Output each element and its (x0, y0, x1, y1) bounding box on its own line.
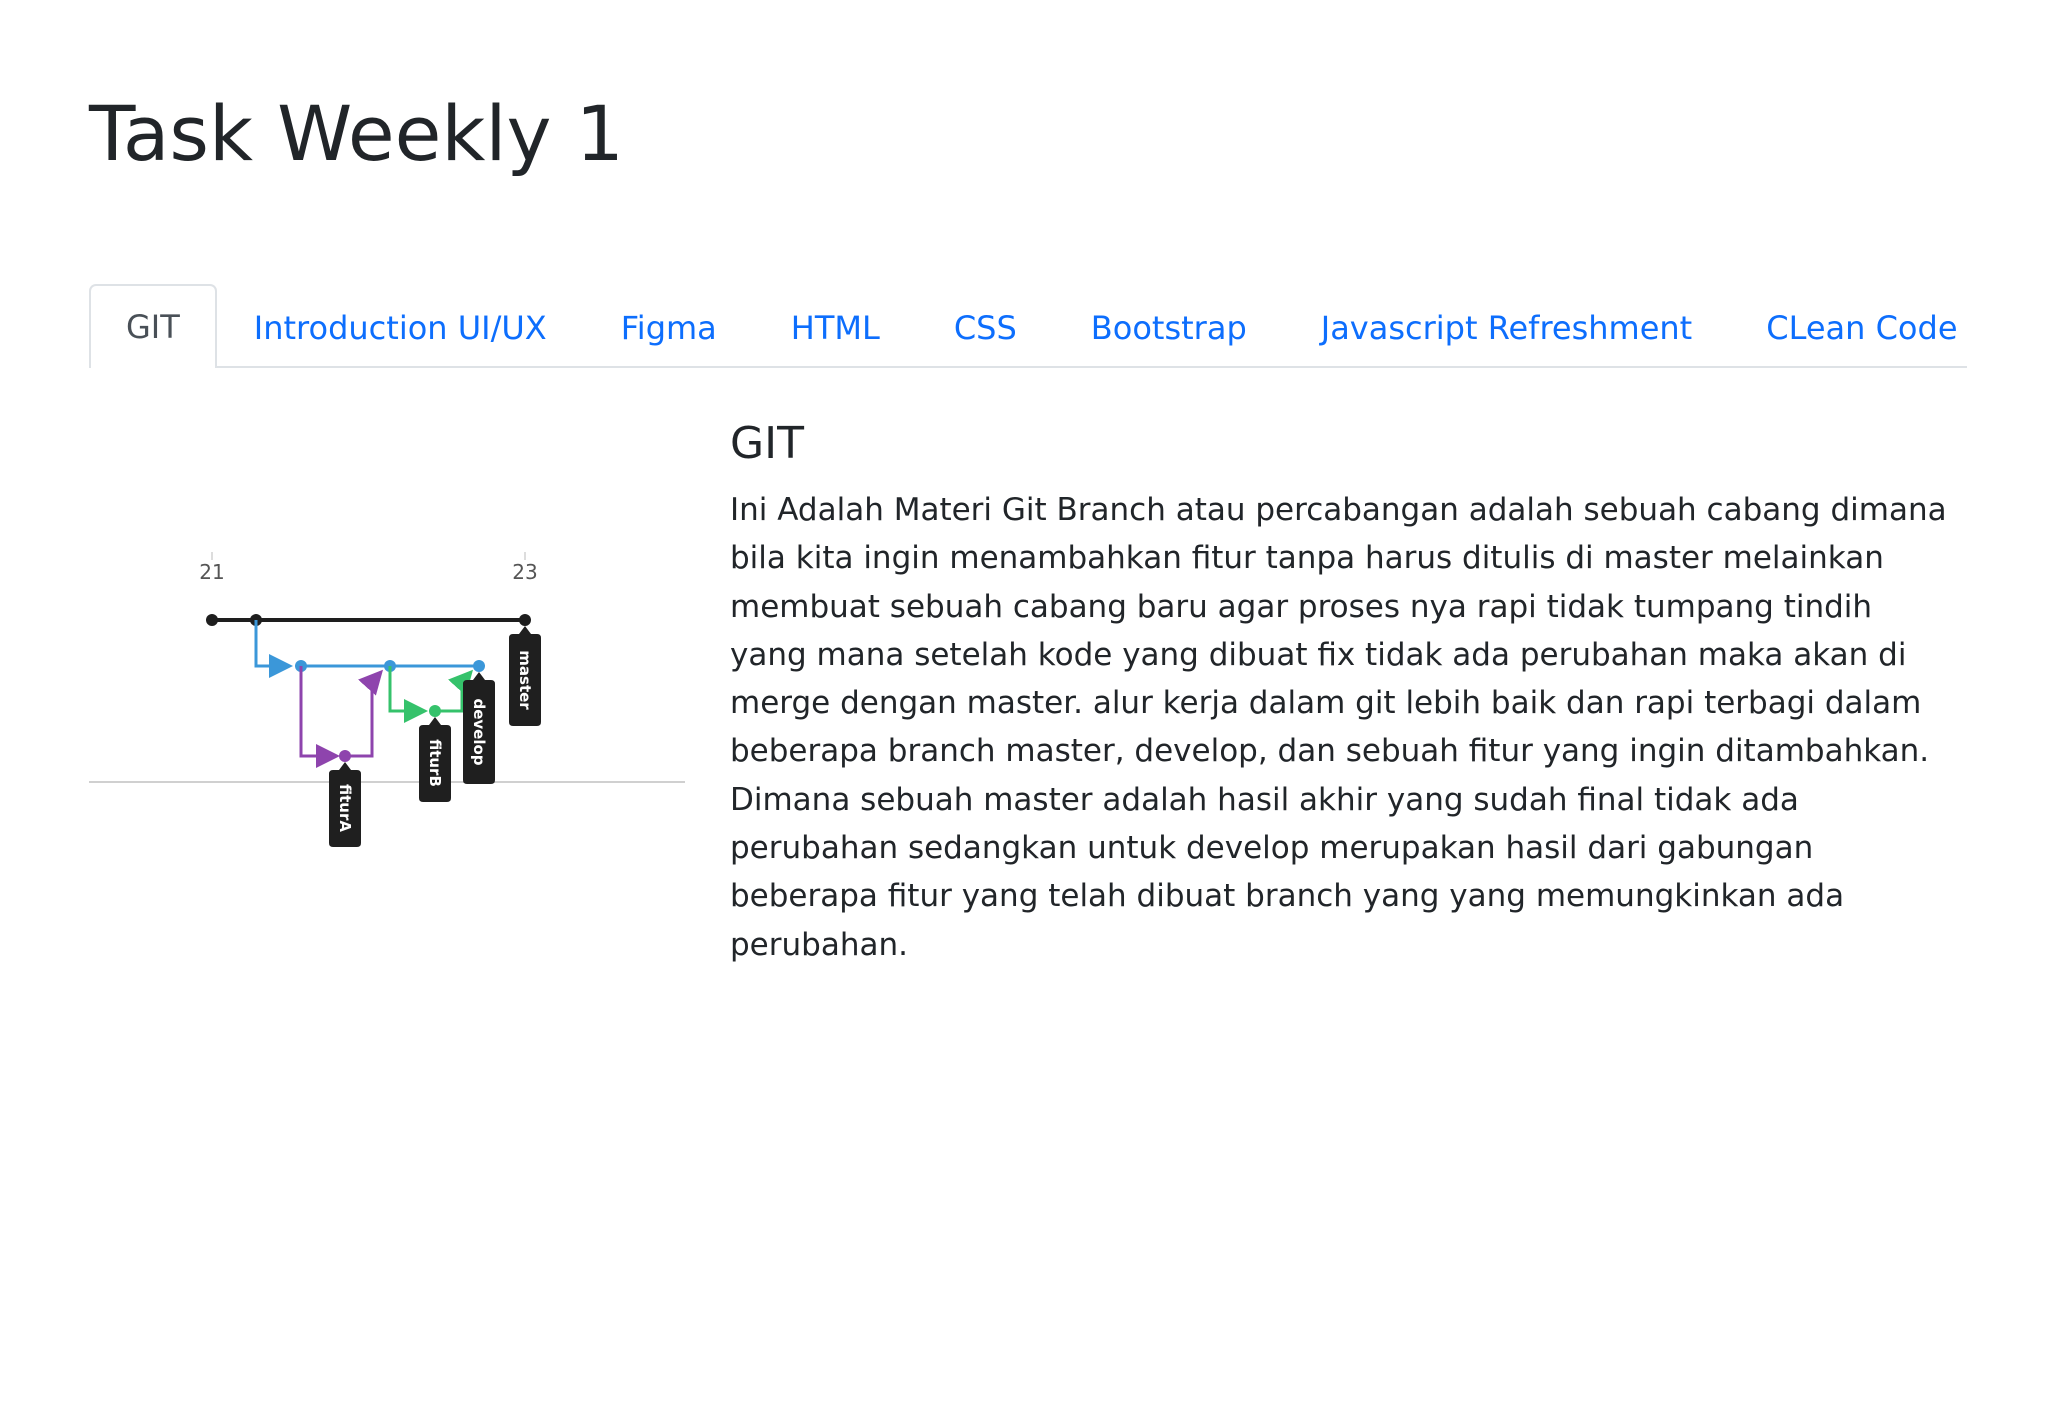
fiturB-branch-tag: fiturB (419, 717, 451, 802)
master-branch-tag: master (509, 626, 541, 726)
master-tag-label: master (516, 650, 534, 710)
page-title: Task Weekly 1 (89, 89, 625, 178)
fiturA-merge (345, 669, 384, 758)
fiturA-branch-out (299, 666, 340, 768)
fiturA-tag-label: fiturA (336, 784, 354, 832)
develop-branch-out (254, 620, 293, 678)
tab-clean-code[interactable]: CLean Code (1729, 286, 1994, 368)
content-heading: GIT (730, 418, 804, 469)
develop-tag-label: develop (470, 698, 488, 765)
tab-css[interactable]: CSS (917, 286, 1054, 368)
develop-branch-tag: develop (463, 672, 495, 784)
content-body-text: Ini Adalah Materi Git Branch atau percab… (730, 492, 1947, 963)
tab-bootstrap[interactable]: Bootstrap (1054, 286, 1284, 368)
master-commit (206, 614, 218, 626)
tab-javascript-refreshment[interactable]: Javascript Refreshment (1284, 286, 1729, 368)
develop-commit (473, 660, 485, 672)
tab-html[interactable]: HTML (754, 286, 917, 368)
tab-introduction-uiux[interactable]: Introduction UI/UX (217, 286, 584, 368)
tick-label-left: 21 (199, 560, 224, 584)
tab-figma[interactable]: Figma (584, 286, 754, 368)
git-branch-diagram: 21 23 master develop fiturB fiturA (89, 552, 685, 847)
tab-bar: GIT Introduction UI/UX Figma HTML CSS Bo… (89, 284, 1967, 368)
tick-label-right: 23 (512, 560, 537, 584)
master-commit (519, 614, 531, 626)
fiturB-branch-out (388, 666, 428, 723)
fiturB-tag-label: fiturB (426, 739, 444, 787)
tab-git[interactable]: GIT (89, 284, 217, 368)
fiturA-branch-tag: fiturA (329, 762, 361, 847)
